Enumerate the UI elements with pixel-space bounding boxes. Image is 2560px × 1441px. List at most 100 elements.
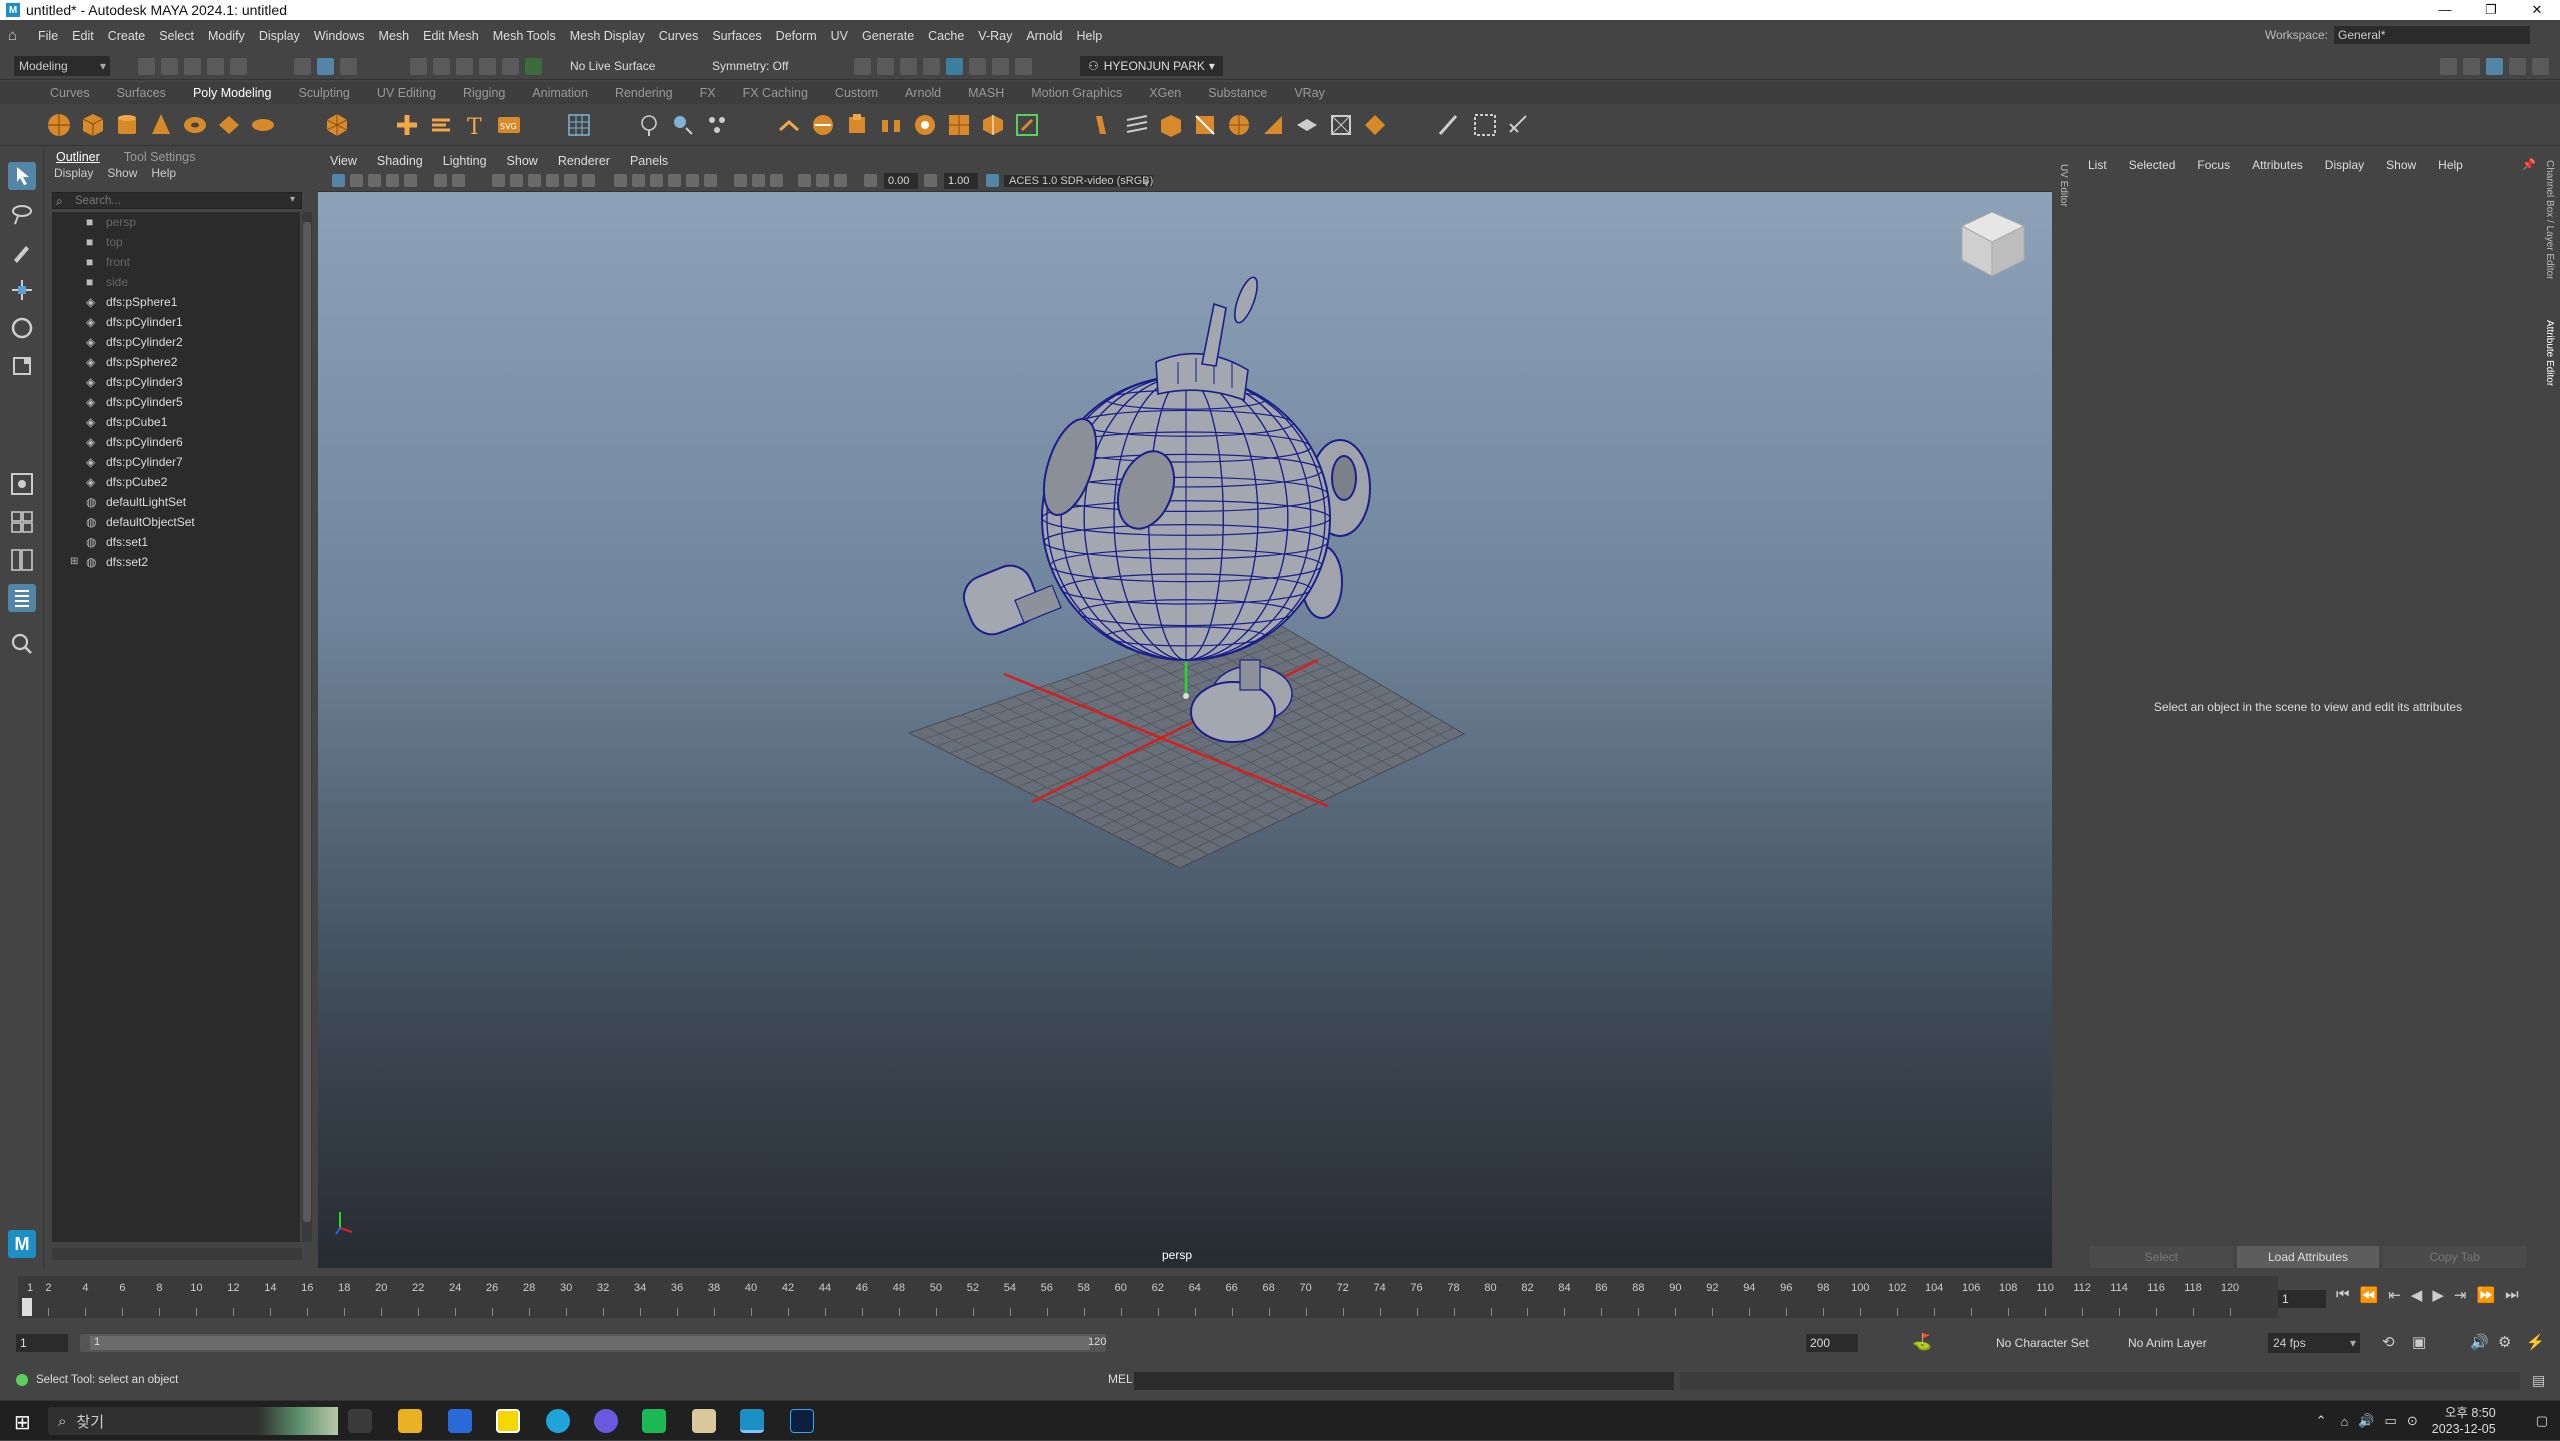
go-to-end-icon[interactable]: ⏭ <box>2505 1286 2519 1304</box>
loop-icon[interactable]: ⟲ <box>2382 1333 2395 1351</box>
poly-cylinder-icon[interactable] <box>114 112 140 138</box>
circularize-icon[interactable] <box>1226 112 1252 138</box>
menu-uv[interactable]: UV <box>831 29 848 43</box>
media-app-icon[interactable] <box>642 1409 666 1433</box>
field-chart-icon[interactable] <box>546 174 559 187</box>
render-current-icon[interactable] <box>877 58 894 75</box>
task-view-icon[interactable] <box>348 1409 372 1433</box>
poly-cube-icon[interactable] <box>80 112 106 138</box>
windows-start-icon[interactable]: ⊞ <box>14 1410 31 1435</box>
menu-select[interactable]: Select <box>159 29 194 43</box>
maximize-button[interactable]: ❐ <box>2468 0 2514 20</box>
select-object-icon[interactable] <box>317 58 334 75</box>
shelf-tab-arnold[interactable]: Arnold <box>905 86 941 100</box>
outliner-menu-help[interactable]: Help <box>151 166 176 186</box>
attr-menu-display[interactable]: Display <box>2325 158 2364 172</box>
offset-edge-loop-icon[interactable] <box>1124 112 1150 138</box>
menu-set-dropdown[interactable]: Modeling <box>14 56 110 76</box>
shelf-tab-vray[interactable]: VRay <box>1294 86 1325 100</box>
tab-tool-settings[interactable]: Tool Settings <box>124 150 196 166</box>
menu-file[interactable]: File <box>38 29 58 43</box>
rotate-tool-icon[interactable] <box>8 314 36 342</box>
four-view-layout-icon[interactable] <box>8 508 36 536</box>
viewport-menu-lighting[interactable]: Lighting <box>443 154 487 168</box>
outliner-horizontal-scrollbar[interactable] <box>52 1248 302 1260</box>
workspace-dropdown[interactable]: General* <box>2334 26 2530 44</box>
list-item[interactable]: ◈ dfs:pCylinder3 <box>52 372 300 392</box>
range-fill[interactable] <box>90 1336 1090 1350</box>
select-component-icon[interactable] <box>340 58 357 75</box>
menu-create[interactable]: Create <box>108 29 146 43</box>
menu-curves[interactable]: Curves <box>659 29 699 43</box>
xray-joints-icon[interactable] <box>834 174 847 187</box>
snap-magnet-icon[interactable] <box>525 58 542 75</box>
render-setup-icon[interactable] <box>969 58 986 75</box>
taskbar-search-box[interactable]: ⌕ 찾기 <box>48 1407 338 1435</box>
outliner-menu-display[interactable]: Display <box>54 166 93 186</box>
shelf-tab-mash[interactable]: MASH <box>968 86 1004 100</box>
attr-menu-help[interactable]: Help <box>2438 158 2463 172</box>
extract-icon[interactable] <box>980 112 1006 138</box>
sound-icon[interactable]: 🔊 <box>2470 1333 2489 1351</box>
scale-tool-icon[interactable] <box>8 352 36 380</box>
safe-action-icon[interactable] <box>564 174 577 187</box>
snap-view-plane-icon[interactable] <box>479 58 496 75</box>
color-space-dropdown[interactable]: ACES 1.0 SDR-video (sRGB) <box>1004 175 1154 187</box>
wedge-icon[interactable] <box>1192 112 1218 138</box>
pin-icon[interactable]: 📌 <box>2522 158 2536 171</box>
shelf-tab-uv-editing[interactable]: UV Editing <box>377 86 436 100</box>
undo-icon[interactable] <box>207 58 224 75</box>
poly-cone-icon[interactable] <box>148 112 174 138</box>
attr-menu-attributes[interactable]: Attributes <box>2252 158 2303 172</box>
load-attributes-button[interactable]: Load Attributes <box>2236 1246 2380 1268</box>
ipr-render-icon[interactable] <box>900 58 917 75</box>
uv-layout-icon[interactable] <box>1472 112 1498 138</box>
list-item[interactable]: ■ side <box>52 272 300 292</box>
list-item[interactable]: ◍ defaultLightSet <box>52 492 300 512</box>
menu-edit[interactable]: Edit <box>72 29 94 43</box>
command-language-toggle[interactable]: MEL <box>1108 1372 1133 1386</box>
shelf-tab-substance[interactable]: Substance <box>1208 86 1267 100</box>
mesh-grid-icon[interactable] <box>566 112 592 138</box>
sculpt-brush-icon[interactable] <box>1436 112 1462 138</box>
maya-taskbar-icon[interactable] <box>740 1409 764 1433</box>
crease-icon[interactable] <box>1362 112 1388 138</box>
list-item[interactable]: ◈ dfs:pCylinder5 <box>52 392 300 412</box>
list-item[interactable]: ◍ dfs:set1 <box>52 532 300 552</box>
shelf-tab-surfaces[interactable]: Surfaces <box>117 86 166 100</box>
scrollbar-thumb[interactable] <box>303 222 311 1222</box>
outliner-menu-show[interactable]: Show <box>107 166 137 186</box>
viewport-menu-shading[interactable]: Shading <box>377 154 423 168</box>
render-settings-icon[interactable] <box>923 58 940 75</box>
resolution-gate-icon[interactable] <box>510 174 523 187</box>
chamfer-icon[interactable] <box>1260 112 1286 138</box>
snap-live-icon[interactable] <box>502 58 519 75</box>
safe-title-icon[interactable] <box>582 174 595 187</box>
anim-layer-dropdown[interactable]: No Anim Layer <box>2128 1336 2207 1350</box>
gate-mask-icon[interactable] <box>528 174 541 187</box>
list-item[interactable]: ◈ dfs:pSphere1 <box>52 292 300 312</box>
menu-mesh[interactable]: Mesh <box>379 29 410 43</box>
select-tool-icon[interactable] <box>8 162 36 190</box>
volume-icon[interactable]: 🔊 <box>2358 1413 2374 1429</box>
list-item[interactable]: ■ top <box>52 232 300 252</box>
viewport-menu-renderer[interactable]: Renderer <box>558 154 610 168</box>
live-surface-field[interactable]: No Live Surface <box>570 59 655 73</box>
snap-point-icon[interactable] <box>456 58 473 75</box>
paint-select-tool-icon[interactable] <box>8 238 36 266</box>
persp-outliner-layout-icon[interactable] <box>8 546 36 574</box>
gamma-icon[interactable] <box>924 174 937 187</box>
menu-modify[interactable]: Modify <box>208 29 245 43</box>
language-icon[interactable]: ⊙ <box>2407 1413 2418 1429</box>
shelf-tab-custom[interactable]: Custom <box>835 86 878 100</box>
render-view-icon[interactable] <box>854 58 871 75</box>
camera-attributes-icon[interactable] <box>350 174 363 187</box>
list-item[interactable]: ◈ dfs:pCylinder6 <box>52 432 300 452</box>
viewport-menu-panels[interactable]: Panels <box>630 154 668 168</box>
outliner-scrollbar[interactable] <box>302 212 312 1242</box>
home-icon[interactable]: ⌂ <box>8 28 24 43</box>
viewport-menu-view[interactable]: View <box>330 154 357 168</box>
shelf-tab-rigging[interactable]: Rigging <box>463 86 505 100</box>
shelf-tab-xgen[interactable]: XGen <box>1149 86 1181 100</box>
poly-disc-icon[interactable] <box>250 112 276 138</box>
